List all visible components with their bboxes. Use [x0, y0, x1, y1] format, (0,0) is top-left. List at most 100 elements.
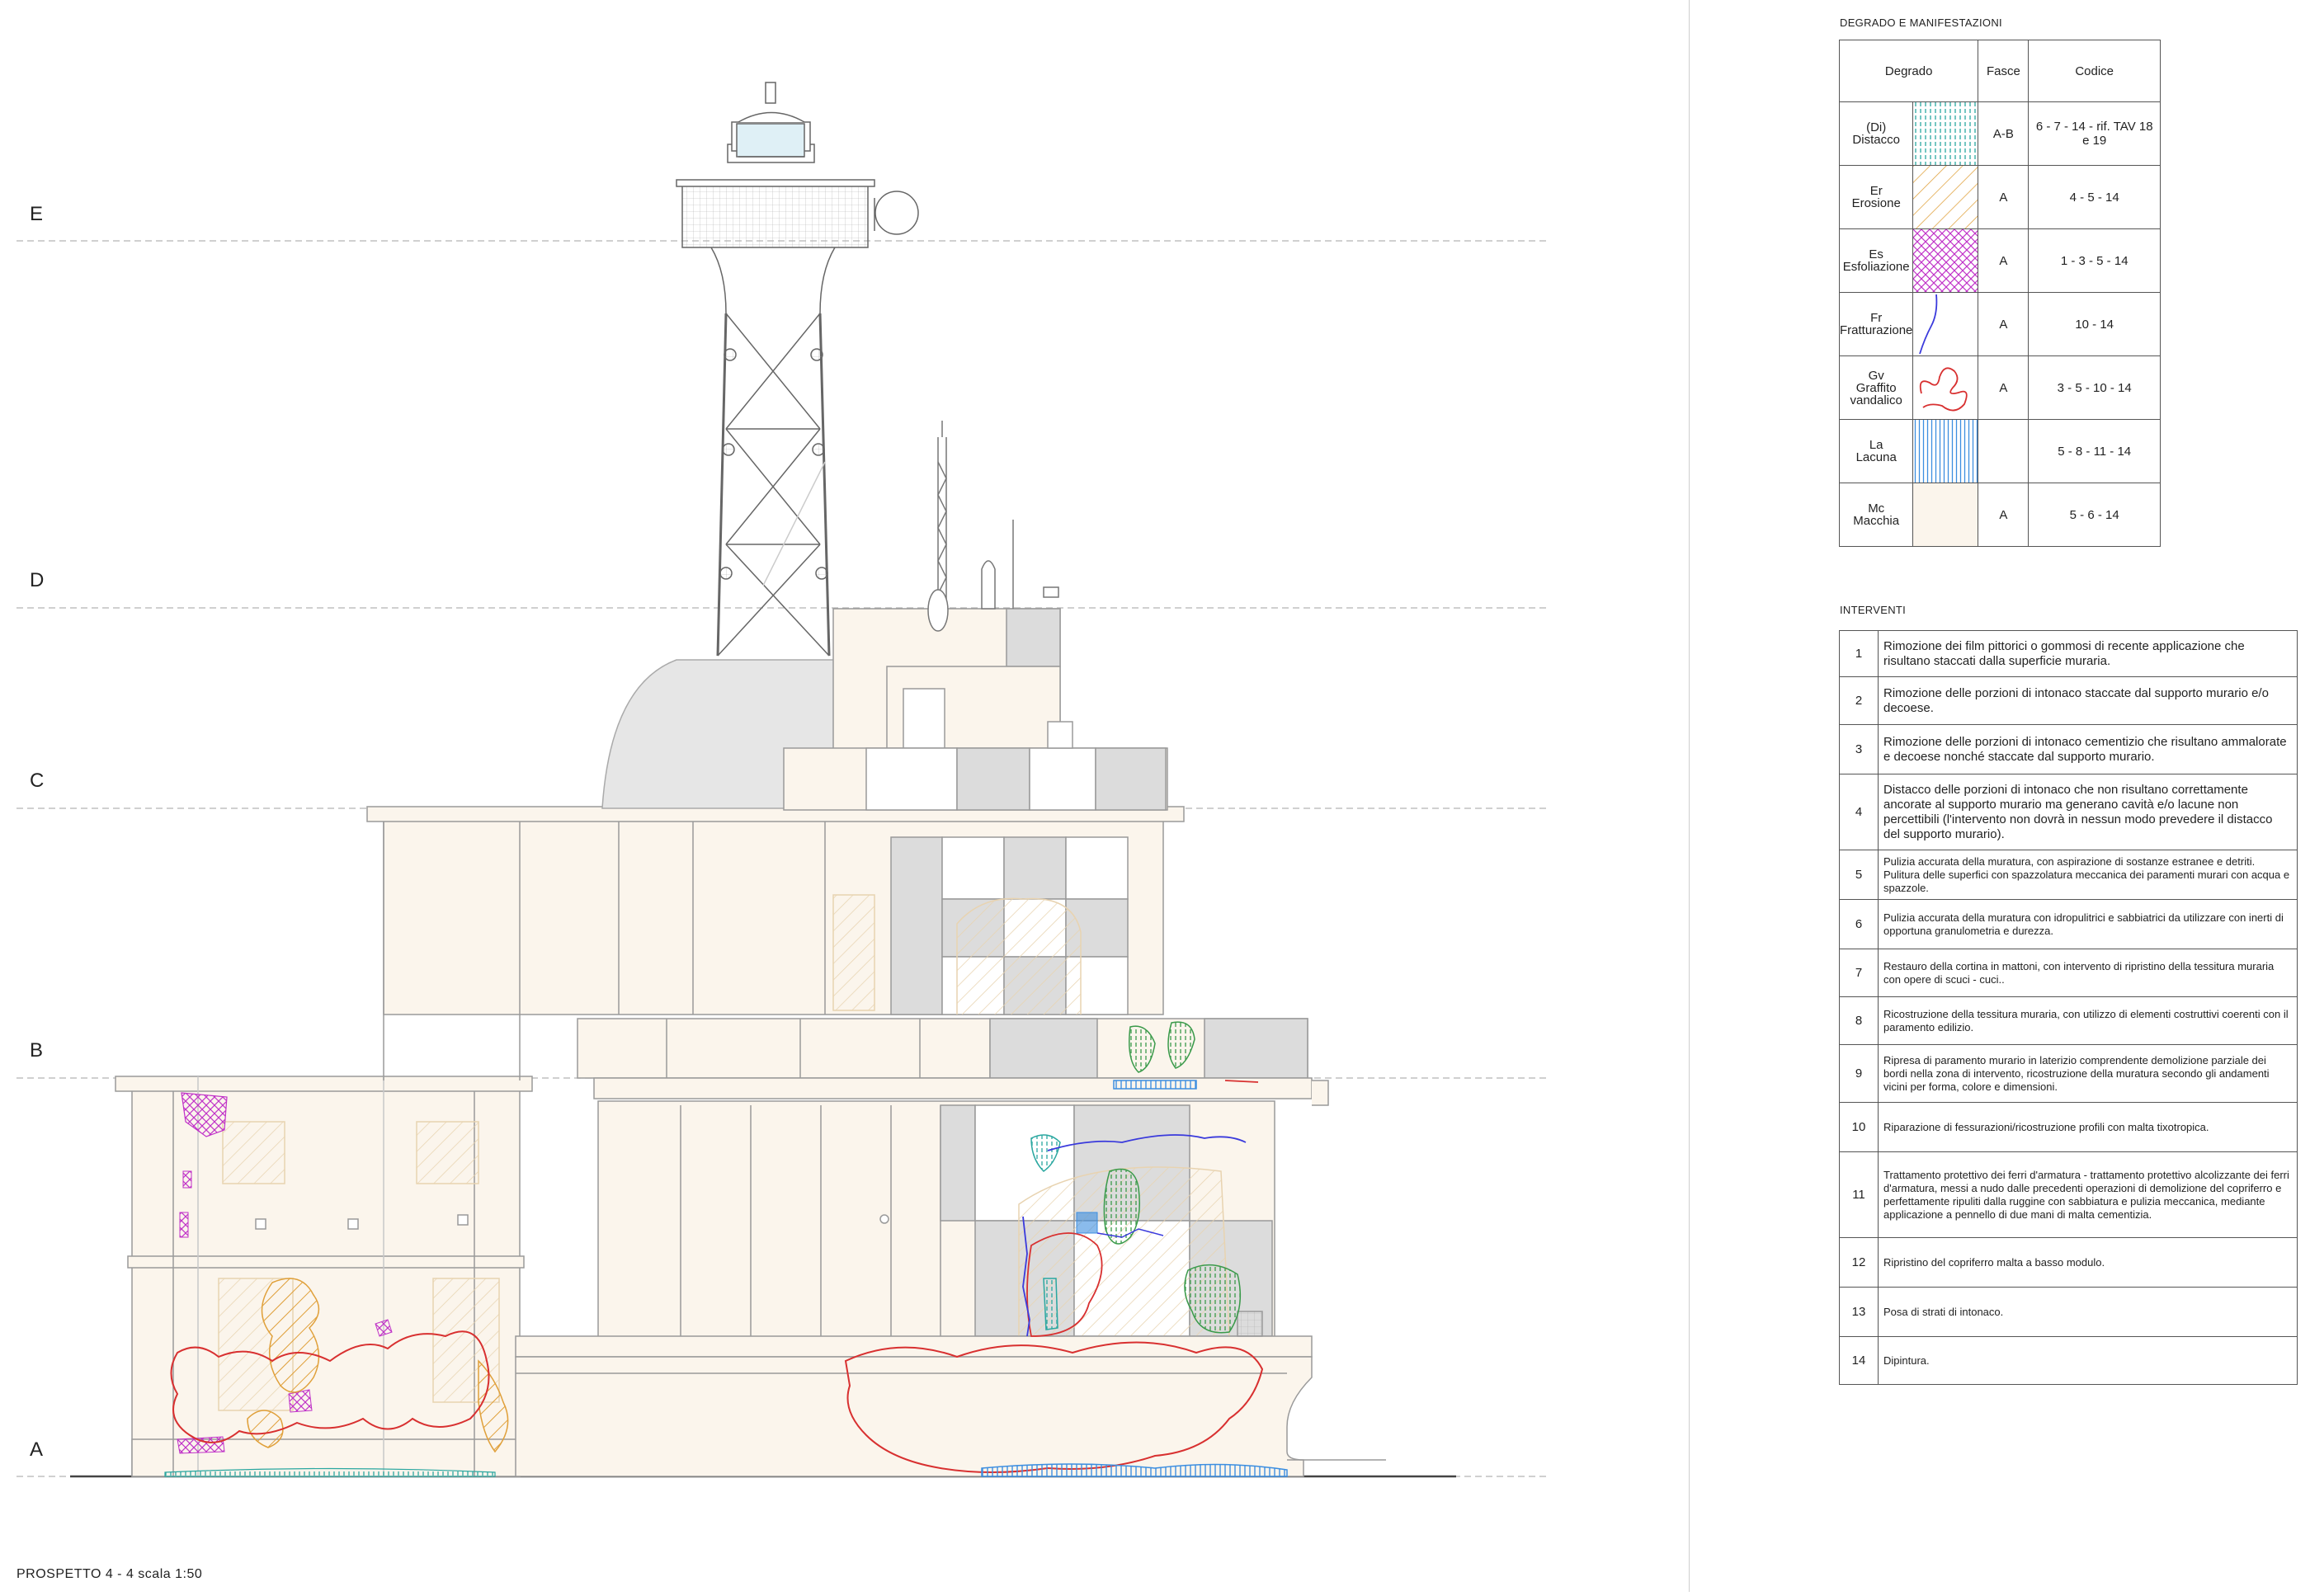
degrado-codice: 3 - 5 - 10 - 14	[2028, 355, 2161, 420]
degrado-codice: 5 - 8 - 11 - 14	[2028, 419, 2161, 483]
degrado-fasce: A	[1978, 355, 2030, 420]
lighthouse-tower	[676, 82, 919, 657]
header-degrado: Degrado	[1838, 40, 1979, 102]
frame-divider	[1689, 0, 1690, 1592]
intervento-number: 10	[1839, 1102, 1879, 1152]
elevation-svg	[16, 82, 1547, 1478]
degrado-codice: 4 - 5 - 14	[2028, 165, 2161, 229]
intervento-number: 1	[1839, 630, 1879, 677]
intervento-row: 9 Ripresa di paramento murario in lateriz…	[1839, 1044, 2298, 1103]
intervento-row: 2 Rimozione delle porzioni di intonaco st…	[1839, 676, 2298, 725]
degrado-row-macchia: Mc Macchia A 5 - 6 - 14	[1838, 483, 2161, 547]
intervento-text: Distacco delle porzioni di intonaco che …	[1878, 774, 2298, 850]
macchia-swatch	[1912, 483, 1979, 547]
intervento-number: 5	[1839, 850, 1879, 900]
intervento-text: Ripresa di paramento murario in laterizi…	[1878, 1044, 2298, 1103]
intervento-text: Posa di strati di intonaco.	[1878, 1287, 2298, 1337]
degrado-label: (Di) Distacco	[1838, 101, 1914, 166]
intervento-row: 8 Ricostruzione della tessitura muraria, …	[1839, 996, 2298, 1045]
intervento-row: 3 Rimozione delle porzioni di intonaco ce…	[1839, 724, 2298, 774]
intervento-row: 13 Posa di strati di intonaco.	[1839, 1287, 2298, 1337]
erosione-swatch	[1912, 165, 1979, 229]
intervento-text: Dipintura.	[1878, 1336, 2298, 1385]
band-label-c: C	[30, 770, 45, 792]
degrado-label: Er Erosione	[1838, 165, 1914, 229]
intervento-number: 9	[1839, 1044, 1879, 1103]
esfoliazione-swatch	[1912, 228, 1979, 293]
intervento-row: 14 Dipintura.	[1839, 1336, 2298, 1385]
graffito-swatch	[1912, 355, 1979, 420]
intervento-text: Restauro della cortina in mattoni, con i…	[1878, 949, 2298, 997]
intervento-row: 7 Restauro della cortina in mattoni, con …	[1839, 949, 2298, 997]
degrado-fasce: A-B	[1978, 101, 2030, 166]
intervento-text: Pulizia accurata della muratura con idro…	[1878, 899, 2298, 949]
intervento-text: Rimozione dei film pittorici o gommosi d…	[1878, 630, 2298, 677]
degrado-label: Fr Fratturazione	[1838, 292, 1914, 356]
intervento-row: 12 Ripristino del copriferro malta a bass…	[1839, 1237, 2298, 1288]
intervento-text: Rimozione delle porzioni di intonaco sta…	[1878, 676, 2298, 725]
intervento-number: 7	[1839, 949, 1879, 997]
degrado-label: Mc Macchia	[1838, 483, 1914, 547]
intervento-text: Riparazione di fessurazioni/ricostruzion…	[1878, 1102, 2298, 1152]
degrado-label: Es Esfoliazione	[1838, 228, 1914, 293]
intervento-number: 11	[1839, 1151, 1879, 1238]
intervento-text: Rimozione delle porzioni di intonaco cem…	[1878, 724, 2298, 774]
degrado-row-fratturazione: Fr Fratturazione A 10 - 14	[1838, 292, 2161, 356]
degrado-title: DEGRADO E MANIFESTAZIONI	[1840, 16, 2002, 29]
intervento-text: Trattamento protettivo dei ferri d'armat…	[1878, 1151, 2298, 1238]
degrado-fasce: A	[1978, 483, 2030, 547]
lower-left-block	[115, 1076, 533, 1477]
degrado-fasce	[1978, 419, 2030, 483]
header-codice: Codice	[2028, 40, 2161, 102]
intervento-row: 5 Pulizia accurata della muratura, con as…	[1839, 850, 2298, 900]
band-label-a: A	[30, 1438, 44, 1461]
intervento-number: 14	[1839, 1336, 1879, 1385]
degrado-codice: 10 - 14	[2028, 292, 2161, 356]
degrado-row-graffito: Gv Graffito vandalico A 3 - 5 - 10 - 14	[1838, 355, 2161, 420]
intervento-row: 6 Pulizia accurata della muratura con idr…	[1839, 899, 2298, 949]
band-label-b: B	[30, 1039, 44, 1062]
intervento-number: 4	[1839, 774, 1879, 850]
degrado-row-distacco: (Di) Distacco A-B 6 - 7 - 14 - rif. TAV 1…	[1838, 101, 2161, 166]
lacuna-swatch	[1912, 419, 1979, 483]
intervento-number: 6	[1839, 899, 1879, 949]
upper-block	[783, 608, 1168, 811]
interventi-table: 1 Rimozione dei film pittorici o gommosi …	[1839, 630, 2298, 1385]
degrado-label: Gv Graffito vandalico	[1838, 355, 1914, 420]
intervento-text: Ricostruzione della tessitura muraria, c…	[1878, 996, 2298, 1045]
degrado-header-row: Degrado Fasce Codice	[1838, 40, 2161, 102]
header-fasce: Fasce	[1978, 40, 2030, 102]
terrace-band	[577, 1018, 1329, 1106]
degrado-table: Degrado Fasce Codice (Di) Distacco A-B 6 …	[1838, 40, 2161, 547]
antenna-mast	[927, 421, 1059, 632]
elevation-drawing: E D C B A	[0, 0, 1691, 1592]
intervento-row: 4 Distacco delle porzioni di intonaco che…	[1839, 774, 2298, 850]
degrado-fasce: A	[1978, 228, 2030, 293]
base-platform	[515, 1311, 1386, 1477]
distacco-swatch	[1912, 101, 1979, 166]
lower-right-block	[597, 1100, 1275, 1341]
interventi-title: INTERVENTI	[1840, 604, 1907, 616]
degrado-label: La Lacuna	[1838, 419, 1914, 483]
intervento-number: 2	[1839, 676, 1879, 725]
intervento-row: 1 Rimozione dei film pittorici o gommosi …	[1839, 630, 2298, 677]
degrado-row-lacuna: La Lacuna 5 - 8 - 11 - 14	[1838, 419, 2161, 483]
intervento-row: 10 Riparazione di fessurazioni/ricostruzi…	[1839, 1102, 2298, 1152]
fratturazione-swatch	[1912, 292, 1979, 356]
intervento-number: 12	[1839, 1237, 1879, 1288]
intervento-number: 13	[1839, 1287, 1879, 1337]
degrado-fasce: A	[1978, 292, 2030, 356]
degrado-codice: 5 - 6 - 14	[2028, 483, 2161, 547]
degrado-codice: 1 - 3 - 5 - 14	[2028, 228, 2161, 293]
degrado-fasce: A	[1978, 165, 2030, 229]
band-label-d: D	[30, 569, 45, 591]
intervento-row: 11 Trattamento protettivo dei ferri d'arm…	[1839, 1151, 2298, 1238]
degrado-codice: 6 - 7 - 14 - rif. TAV 18 e 19	[2028, 101, 2161, 166]
degrado-row-erosione: Er Erosione A 4 - 5 - 14	[1838, 165, 2161, 229]
lacuna-area	[981, 1463, 1288, 1477]
intervento-text: Pulizia accurata della muratura, con asp…	[1878, 850, 2298, 900]
degrado-row-esfoliazione: Es Esfoliazione A 1 - 3 - 5 - 14	[1838, 228, 2161, 293]
intervento-number: 8	[1839, 996, 1879, 1045]
intervento-number: 3	[1839, 724, 1879, 774]
band-label-e: E	[30, 203, 44, 225]
